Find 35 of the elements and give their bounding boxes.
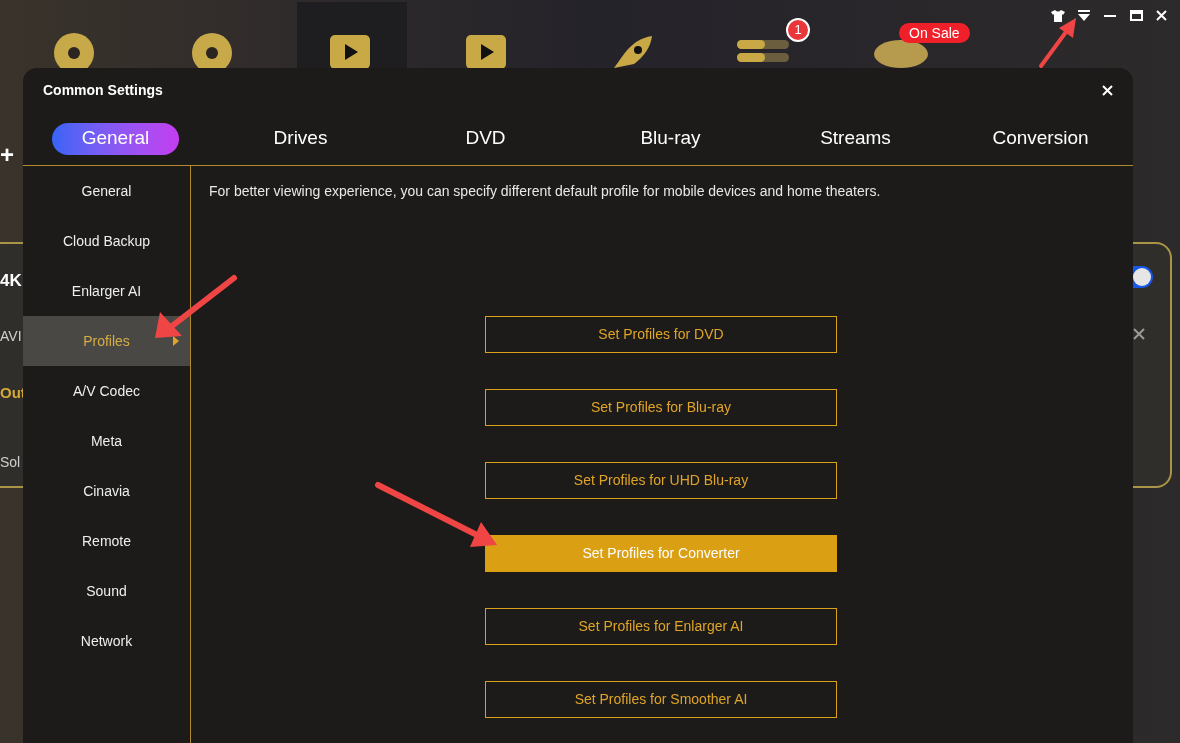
notification-badge: 1: [786, 18, 810, 42]
settings-tab[interactable]: DVD: [455, 122, 516, 155]
sidebar-item[interactable]: Sound: [23, 566, 190, 616]
profile-button[interactable]: Set Profiles for Enlarger AI: [485, 608, 837, 645]
maximize-icon[interactable]: [1130, 10, 1143, 21]
sale-badge: On Sale: [899, 23, 970, 43]
minimize-icon[interactable]: [1104, 15, 1116, 18]
caret-icon: [173, 336, 179, 346]
settings-tab[interactable]: Blu-ray: [630, 122, 711, 155]
settings-tab[interactable]: Streams: [810, 122, 901, 155]
sidebar-item[interactable]: A/V Codec: [23, 366, 190, 416]
profile-button[interactable]: Set Profiles for Blu-ray: [485, 389, 837, 426]
sidebar-item[interactable]: Cinavia: [23, 466, 190, 516]
sidebar-item[interactable]: General: [23, 166, 190, 216]
profile-button[interactable]: Set Profiles for Smoother AI: [485, 681, 837, 718]
sidebar-item[interactable]: Network: [23, 616, 190, 666]
sidebar-item[interactable]: Remote: [23, 516, 190, 566]
settings-tab[interactable]: Conversion: [982, 122, 1099, 155]
task-info-text: AVI: [0, 327, 22, 346]
profile-button[interactable]: Set Profiles for UHD Blu-ray: [485, 462, 837, 499]
settings-tab[interactable]: Drives: [263, 122, 338, 155]
arrow: [1039, 18, 1076, 68]
description-text: For better viewing experience, you can specify different default profile for mobile devices and home theaters.: [208, 182, 882, 201]
settings-tab[interactable]: General: [51, 122, 180, 155]
sidebar-item[interactable]: Profiles: [23, 316, 190, 366]
dropdown-caret-icon[interactable]: [1078, 10, 1090, 21]
profile-button[interactable]: Set Profiles for DVD: [485, 316, 837, 353]
sidebar-item[interactable]: Cloud Backup: [23, 216, 190, 266]
shirt-icon[interactable]: [1051, 10, 1065, 22]
task-info-text: 4K: [0, 270, 22, 292]
add-icon[interactable]: +: [0, 143, 14, 167]
sidebar-item[interactable]: Enlarger AI: [23, 266, 190, 316]
task-info-text: Sol: [0, 453, 21, 472]
dialog-title: Common Settings: [43, 80, 163, 100]
sidebar-item[interactable]: Meta: [23, 416, 190, 466]
